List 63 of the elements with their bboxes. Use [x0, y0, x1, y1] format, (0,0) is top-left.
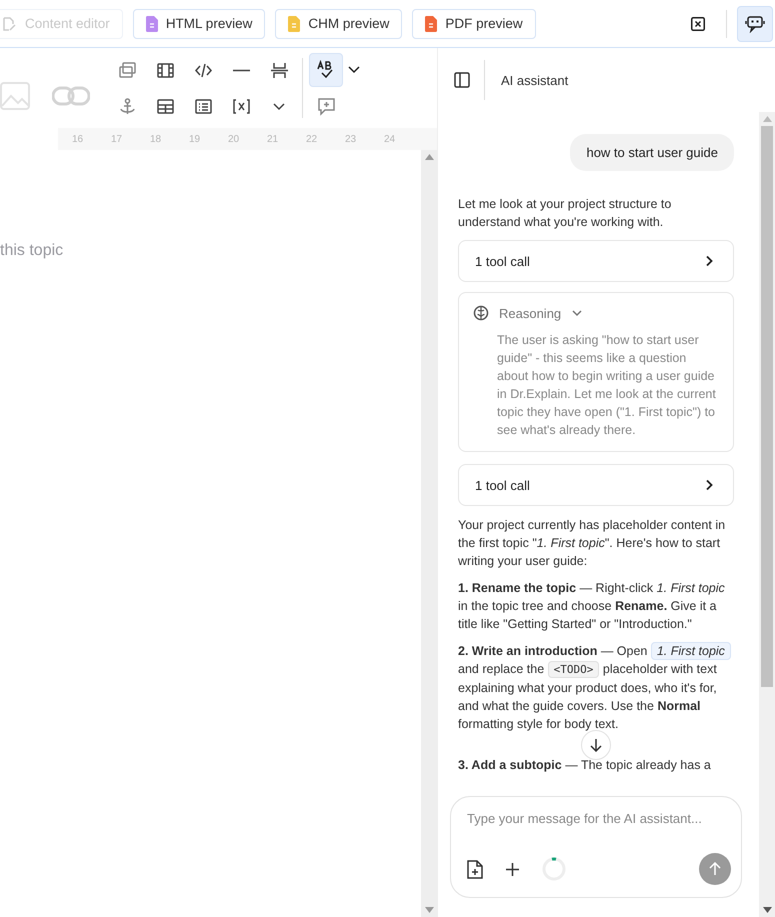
- message-input[interactable]: Type your message for the AI assistant...: [467, 797, 731, 826]
- user-message: how to start user guide: [570, 134, 734, 171]
- file-icon: [146, 16, 158, 32]
- table-icon[interactable]: [156, 96, 174, 116]
- ai-assistant-button[interactable]: [737, 6, 773, 42]
- list-box-icon[interactable]: [194, 96, 212, 116]
- arrow-up-icon: [708, 862, 722, 876]
- file-icon: [425, 16, 438, 32]
- scroll-up-icon: [424, 154, 434, 160]
- ruler-number: 21: [266, 134, 280, 144]
- assistant-text: Your project currently has placeholder content in the first topic "1. First topic". Here's how to start writing your user guide:: [458, 517, 726, 570]
- ruler-number: 19: [188, 134, 202, 144]
- tool-call-row[interactable]: 1 tool call: [458, 464, 734, 506]
- scroll-down-icon: [424, 907, 434, 913]
- file-plus-icon: [467, 860, 483, 878]
- editor-text: this topic: [0, 242, 64, 259]
- film-icon[interactable]: [156, 60, 174, 80]
- page-break-icon[interactable]: [270, 60, 288, 80]
- edit-icon: [1, 16, 17, 32]
- message-field[interactable]: Type your message for the AI assistant...: [450, 796, 742, 898]
- spellcheck-button[interactable]: [309, 53, 343, 87]
- sidebar-toggle-button[interactable]: [454, 72, 470, 88]
- link-icon: [52, 86, 90, 106]
- scrollbar[interactable]: [421, 150, 437, 917]
- scrollbar[interactable]: [759, 112, 775, 917]
- ruler-number: 22: [304, 134, 318, 144]
- add-comment-icon[interactable]: [316, 96, 336, 116]
- tool-call-row[interactable]: 1 tool call: [458, 240, 734, 282]
- ruler-number: 23: [344, 134, 358, 144]
- topic-link[interactable]: 1. First topic: [650, 642, 731, 660]
- close-icon: [691, 16, 705, 30]
- attach-file-button[interactable]: [467, 860, 483, 878]
- ruler-number: 16: [70, 134, 84, 144]
- chatbot-icon: [745, 14, 765, 32]
- image-icon: [0, 82, 30, 110]
- assistant-text: 1. Rename the topic — Right-click 1. First topic in the topic tree and choose Rename. Give it a title like "Getting Started" or "Introduction.": [458, 580, 726, 633]
- anchor-icon[interactable]: [118, 96, 136, 116]
- tab[interactable]: PDF preview: [412, 8, 536, 38]
- reasoning-toggle[interactable]: Reasoning: [473, 305, 584, 321]
- scroll-up-icon: [762, 116, 772, 122]
- arrow-down-icon: [589, 738, 603, 752]
- sidebar-icon: [454, 72, 470, 88]
- scrollbar-thumb[interactable]: [761, 126, 773, 687]
- ruler-number: 17: [110, 134, 124, 144]
- scroll-down-icon: [762, 907, 772, 913]
- gallery-icon[interactable]: [118, 60, 136, 80]
- ruler-number: 18: [148, 134, 162, 144]
- assistant-text: 2. Write an introduction — Open 1. First topic and replace the <TODO> placeholder with text explaining what your product does, who it's for, and what the guide covers. Use the Normal formatting style for body text.: [458, 642, 734, 733]
- add-button[interactable]: [505, 862, 520, 876]
- panel-title: AI assistant: [501, 72, 568, 88]
- assistant-text: 3. Add a subtopic — The topic already has a: [458, 757, 712, 774]
- variable-icon[interactable]: [232, 96, 250, 116]
- reasoning-text: The user is asking "how to start user guide" - this seems like a question about how to begin writing a user guide in Dr.Explain. Let me look at the current topic they have open ("1. First topic") to see what's already there.: [497, 332, 717, 439]
- send-button[interactable]: [699, 853, 731, 885]
- tab[interactable]: CHM preview: [275, 8, 402, 38]
- scroll-to-bottom-button[interactable]: [581, 730, 611, 760]
- code-tag: <TODO>: [548, 661, 600, 678]
- plus-icon: [505, 862, 520, 876]
- ruler-number: 24: [382, 134, 396, 144]
- file-icon: [288, 16, 300, 32]
- assistant-text: Let me look at your project structure to understand what you're working with.: [458, 196, 672, 231]
- tab[interactable]: HTML preview: [132, 8, 266, 38]
- ruler-number: 20: [226, 134, 240, 144]
